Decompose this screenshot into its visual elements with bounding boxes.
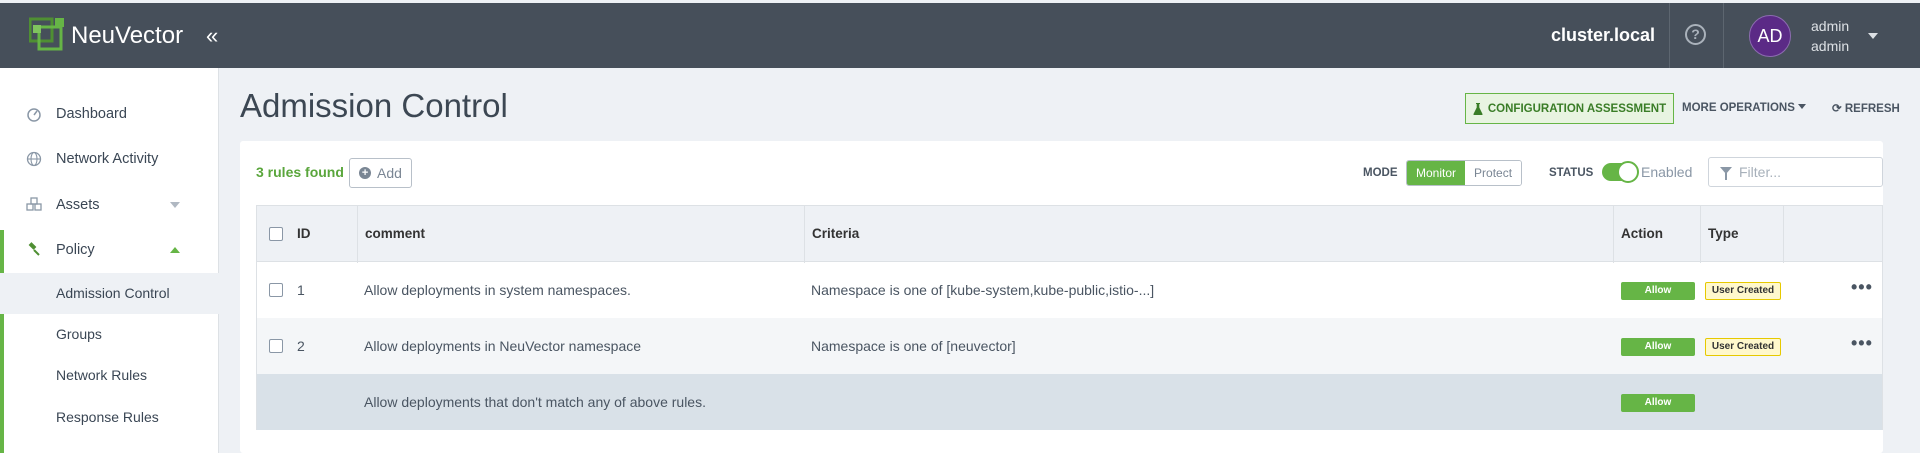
column-separator xyxy=(1613,206,1614,263)
more-operations-dropdown[interactable]: MORE OPERATIONS xyxy=(1682,102,1806,114)
dashboard-icon xyxy=(27,108,41,122)
action-badge: Allow xyxy=(1621,282,1695,300)
rule-id: 1 xyxy=(297,282,305,298)
cluster-name[interactable]: cluster.local xyxy=(1551,25,1655,46)
sidebar-item-label: Network Activity xyxy=(56,151,159,167)
sidebar: Dashboard Network Activity Assets Policy… xyxy=(0,68,219,453)
status-toggle[interactable] xyxy=(1602,161,1639,183)
type-badge: User Created xyxy=(1705,282,1781,300)
assets-icon xyxy=(26,197,42,211)
brand-name: NeuVector xyxy=(71,22,184,49)
sidebar-subitem-groups[interactable]: Groups xyxy=(0,314,219,355)
column-header-id[interactable]: ID xyxy=(297,206,311,263)
sidebar-subitem-label: Response Rules xyxy=(56,409,159,425)
rule-criteria: Namespace is one of [neuvector] xyxy=(811,338,1016,354)
select-all-checkbox[interactable] xyxy=(269,227,283,241)
more-options-icon[interactable]: ••• xyxy=(1851,262,1873,318)
row-checkbox[interactable] xyxy=(269,339,283,353)
action-badge: Allow xyxy=(1621,338,1695,356)
status-value: Enabled xyxy=(1641,164,1693,180)
more-operations-label: MORE OPERATIONS xyxy=(1682,102,1795,114)
rule-id: 2 xyxy=(297,338,305,354)
sidebar-item-label: Assets xyxy=(56,197,100,213)
globe-icon xyxy=(26,151,42,167)
rule-criteria: Namespace is one of [kube-system,kube-pu… xyxy=(811,282,1155,298)
rule-comment: Allow deployments in system namespaces. xyxy=(364,282,631,298)
filter-icon xyxy=(1720,167,1732,180)
add-label: Add xyxy=(377,165,402,181)
more-options-icon[interactable]: ••• xyxy=(1851,318,1873,374)
gavel-icon xyxy=(28,242,40,256)
sidebar-subitem-response-rules[interactable]: Response Rules xyxy=(0,397,219,438)
chevron-up-icon xyxy=(170,247,180,253)
refresh-label: REFRESH xyxy=(1844,103,1900,115)
toggle-knob xyxy=(1617,161,1639,183)
add-rule-button[interactable]: + Add xyxy=(349,158,412,188)
configuration-assessment-label: CONFIGURATION ASSESSMENT xyxy=(1487,102,1667,115)
refresh-icon: ⟳ xyxy=(1832,103,1842,115)
mode-protect-button[interactable]: Protect xyxy=(1465,161,1522,185)
sidebar-subitem-label: Groups xyxy=(56,326,102,342)
flask-icon xyxy=(1473,102,1483,115)
user-name: admin xyxy=(1811,18,1850,34)
type-badge: User Created xyxy=(1705,338,1781,356)
sidebar-subitem-admission-control[interactable]: Admission Control xyxy=(0,273,219,314)
sidebar-item-policy[interactable]: Policy xyxy=(0,230,219,270)
default-rule-comment: Allow deployments that don't match any o… xyxy=(364,394,706,410)
sidebar-item-network-activity[interactable]: Network Activity xyxy=(0,139,219,179)
filter-input[interactable]: Filter... xyxy=(1708,157,1883,187)
user-role: admin xyxy=(1811,38,1850,54)
column-header-type[interactable]: Type xyxy=(1708,206,1739,263)
caret-down-icon xyxy=(1797,104,1806,109)
column-separator xyxy=(1783,206,1784,263)
avatar[interactable]: AD xyxy=(1749,15,1791,57)
sidebar-subitem-label: Network Rules xyxy=(56,367,148,383)
chevron-down-icon xyxy=(170,202,180,208)
neuvector-logo-icon xyxy=(29,17,64,51)
top-header: NeuVector « cluster.local ? AD admin adm… xyxy=(0,3,1920,68)
column-header-criteria[interactable]: Criteria xyxy=(812,206,859,263)
user-info[interactable]: admin admin xyxy=(1811,16,1849,56)
mode-toggle-group: Monitor Protect xyxy=(1406,160,1523,186)
column-header-action[interactable]: Action xyxy=(1621,206,1663,263)
chevron-down-icon[interactable] xyxy=(1868,33,1878,39)
header-divider xyxy=(1669,3,1670,68)
column-separator xyxy=(804,206,805,263)
column-separator xyxy=(357,206,358,263)
sidebar-item-label: Dashboard xyxy=(56,106,127,122)
rule-comment: Allow deployments in NeuVector namespace xyxy=(364,338,642,354)
sidebar-subitem-label: Admission Control xyxy=(56,285,170,301)
table-header: ID comment Criteria Action Type xyxy=(256,205,1883,263)
refresh-button[interactable]: ⟳ REFRESH xyxy=(1832,101,1900,115)
mode-label: MODE xyxy=(1363,167,1398,179)
sidebar-item-dashboard[interactable]: Dashboard xyxy=(0,94,219,134)
header-divider xyxy=(1723,3,1724,68)
column-separator xyxy=(1700,206,1701,263)
action-badge: Allow xyxy=(1621,394,1695,412)
rules-count: 3 rules found xyxy=(256,164,344,180)
rules-card: 3 rules found + Add MODE Monitor Protect… xyxy=(240,141,1883,453)
sidebar-subitem-network-rules[interactable]: Network Rules xyxy=(0,355,219,396)
column-header-comment[interactable]: comment xyxy=(365,206,425,263)
sidebar-item-assets[interactable]: Assets xyxy=(0,185,219,225)
help-icon[interactable]: ? xyxy=(1685,24,1706,45)
page-title: Admission Control xyxy=(240,87,508,124)
table-row[interactable]: 2 Allow deployments in NeuVector namespa… xyxy=(256,318,1883,374)
row-checkbox[interactable] xyxy=(269,283,283,297)
plus-icon: + xyxy=(359,167,372,179)
collapse-sidebar-icon[interactable]: « xyxy=(206,23,218,49)
table-row[interactable]: 1 Allow deployments in system namespaces… xyxy=(256,262,1883,318)
mode-monitor-button[interactable]: Monitor xyxy=(1407,161,1466,185)
configuration-assessment-button[interactable]: CONFIGURATION ASSESSMENT xyxy=(1465,93,1674,124)
sidebar-item-label: Policy xyxy=(56,242,95,258)
default-rule-row: Allow deployments that don't match any o… xyxy=(256,374,1883,430)
status-label: STATUS xyxy=(1549,167,1594,179)
